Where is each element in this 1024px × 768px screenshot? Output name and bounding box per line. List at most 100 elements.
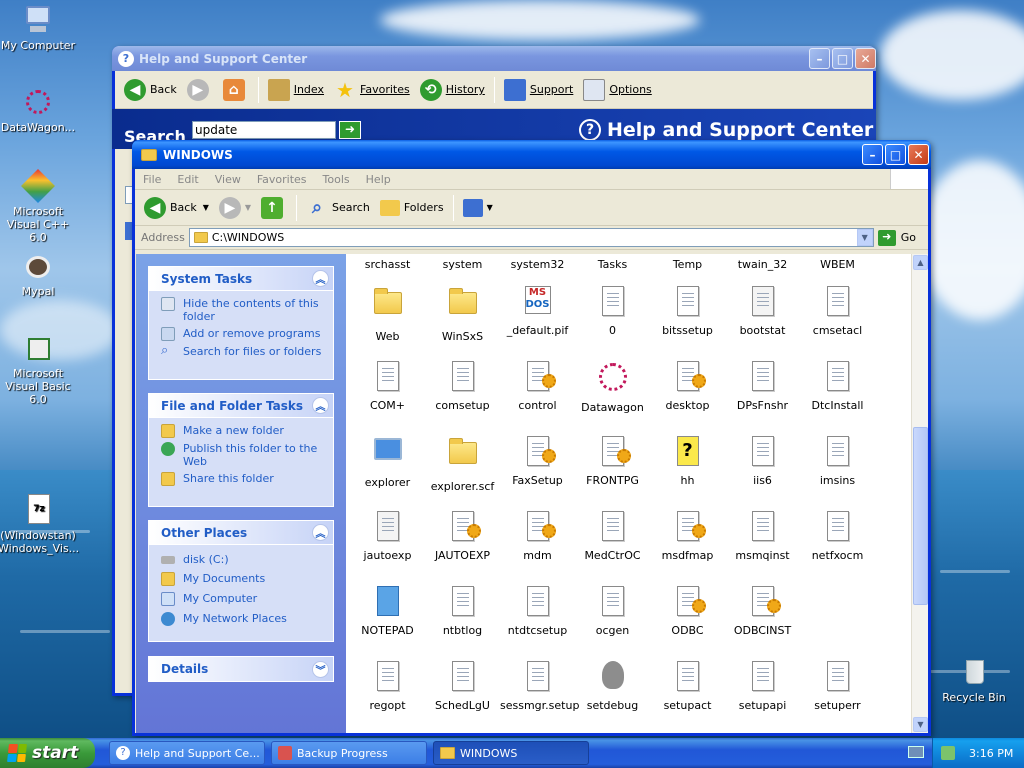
file-item[interactable]: mdm [500, 511, 575, 562]
publish-to-web-link[interactable]: Publish this folder to the Web [149, 440, 333, 470]
file-item[interactable]: iis6 [725, 436, 800, 487]
file-item[interactable]: explorer.scf [425, 436, 500, 493]
file-item[interactable]: FRONTPG [575, 436, 650, 487]
help-back-button[interactable]: ◀ Back [119, 75, 182, 105]
add-remove-programs-link[interactable]: Add or remove programs [149, 325, 333, 343]
file-item[interactable]: msdfmap [650, 511, 725, 562]
network-tray-icon[interactable] [941, 746, 955, 760]
file-item[interactable]: jautoexp [350, 511, 425, 562]
file-item[interactable]: COM+ [350, 361, 425, 412]
file-item[interactable]: setuperr [800, 661, 875, 712]
address-input[interactable]: C:\WINDOWS ▼ [188, 228, 874, 247]
views-button[interactable]: ▼ [458, 193, 498, 223]
scroll-down-arrow-icon[interactable]: ▼ [913, 717, 928, 732]
taskbar-windows-folder-button[interactable]: WINDOWS [433, 741, 589, 765]
file-item[interactable]: MedCtrOC [575, 511, 650, 562]
help-history-button[interactable]: ⟲ History [415, 75, 490, 105]
help-options-button[interactable]: Options [578, 75, 656, 105]
file-item[interactable]: netfxocm [800, 511, 875, 562]
file-item[interactable]: explorer [350, 436, 425, 489]
desktop-icon-mypal[interactable]: Mypal [0, 250, 78, 298]
file-item[interactable]: Datawagon [575, 361, 650, 414]
menu-view[interactable]: View [207, 173, 249, 186]
expand-chevron-icon[interactable]: ︾ [312, 660, 329, 678]
file-item[interactable]: imsins [800, 436, 875, 487]
file-folder-tasks-header[interactable]: File and Folder Tasks ︽ [149, 394, 333, 418]
file-item[interactable]: MS DOS _default.pif [500, 286, 575, 337]
file-item[interactable]: WBEM [800, 258, 875, 271]
file-item[interactable]: bootstat [725, 286, 800, 337]
vertical-scrollbar[interactable]: ▲ ▼ [911, 254, 928, 733]
minimize-button[interactable]: – [809, 48, 830, 69]
scroll-thumb[interactable] [913, 427, 928, 605]
file-item[interactable]: srchasst [350, 258, 425, 271]
explorer-title-bar[interactable]: WINDOWS – □ ✕ [132, 140, 931, 169]
hide-folder-contents-link[interactable]: Hide the contents of this folder [149, 295, 333, 325]
file-item[interactable]: Tasks [575, 258, 650, 271]
file-item[interactable]: comsetup [425, 361, 500, 412]
start-button[interactable]: start [0, 738, 95, 768]
maximize-button[interactable]: □ [832, 48, 853, 69]
file-item[interactable]: WinSxS [425, 286, 500, 343]
file-item[interactable]: ocgen [575, 586, 650, 637]
desktop-icon-my-computer[interactable]: My Computer [0, 4, 78, 52]
taskbar-help-button[interactable]: ? Help and Support Ce... [109, 741, 265, 765]
help-search-go-button[interactable]: ➜ [339, 121, 361, 139]
collapse-chevron-icon[interactable]: ︽ [312, 270, 329, 287]
search-files-link[interactable]: ⌕ Search for files or folders [149, 343, 333, 361]
close-button[interactable]: ✕ [855, 48, 876, 69]
folders-button[interactable]: Folders [375, 193, 449, 223]
up-folder-button[interactable]: ↑ [256, 193, 292, 223]
help-support-button[interactable]: Support [499, 75, 578, 105]
file-item[interactable]: FaxSetup [500, 436, 575, 487]
share-folder-link[interactable]: Share this folder [149, 470, 333, 488]
menu-tools[interactable]: Tools [315, 173, 358, 186]
file-item[interactable]: DtcInstall [800, 361, 875, 412]
file-item[interactable]: 0 [575, 286, 650, 337]
make-new-folder-link[interactable]: Make a new folder [149, 422, 333, 440]
close-button[interactable]: ✕ [908, 144, 929, 165]
menu-help[interactable]: Help [358, 173, 399, 186]
place-my-network[interactable]: My Network Places [149, 608, 333, 628]
file-item[interactable]: control [500, 361, 575, 412]
scroll-up-arrow-icon[interactable]: ▲ [913, 255, 928, 270]
keyboard-icon[interactable] [908, 746, 924, 758]
maximize-button[interactable]: □ [885, 144, 906, 165]
file-item[interactable]: bitssetup [650, 286, 725, 337]
help-favorites-button[interactable]: ★ Favorites [329, 75, 415, 105]
back-button[interactable]: ◀ Back ▼ [139, 193, 214, 223]
desktop-icon-datawagon[interactable]: DataWagon... [0, 86, 78, 134]
desktop-icon-windowstan[interactable]: 7z (Windowstan) Windows_Vis... [0, 494, 79, 555]
collapse-chevron-icon[interactable]: ︽ [312, 397, 329, 414]
desktop-icon-recycle-bin[interactable]: Recycle Bin [934, 656, 1014, 704]
go-button[interactable]: ➜ Go [877, 229, 916, 246]
minimize-button[interactable]: – [862, 144, 883, 165]
help-title-bar[interactable]: ? Help and Support Center – □ ✕ [112, 46, 876, 71]
details-header[interactable]: Details ︾ [149, 657, 333, 681]
file-item[interactable]: ODBC [650, 586, 725, 637]
system-tasks-header[interactable]: System Tasks ︽ [149, 267, 333, 291]
help-index-button[interactable]: Index [263, 75, 329, 105]
file-item[interactable]: ntdtcsetup [500, 586, 575, 637]
file-item[interactable]: setdebug [575, 661, 650, 712]
file-item[interactable]: ? hh [650, 436, 725, 487]
help-search-input[interactable] [192, 121, 336, 139]
file-item[interactable]: ODBCINST [725, 586, 800, 637]
clock[interactable]: 3:16 PM [969, 747, 1013, 760]
file-item[interactable]: Temp [650, 258, 725, 271]
help-forward-button[interactable]: ▶ [182, 75, 218, 105]
file-item[interactable]: SchedLgU [425, 661, 500, 712]
menu-edit[interactable]: Edit [169, 173, 206, 186]
file-item[interactable]: cmsetacl [800, 286, 875, 337]
file-item[interactable]: setupapi [725, 661, 800, 712]
place-my-documents[interactable]: My Documents [149, 568, 333, 588]
place-my-computer[interactable]: My Computer [149, 588, 333, 608]
file-item[interactable]: JAUTOEXP [425, 511, 500, 562]
collapse-chevron-icon[interactable]: ︽ [312, 524, 329, 541]
explorer-window[interactable]: WINDOWS – □ ✕ File Edit View Favorites T… [132, 140, 931, 736]
menu-file[interactable]: File [135, 173, 169, 186]
other-places-header[interactable]: Other Places ︽ [149, 521, 333, 545]
file-item[interactable]: twain_32 [725, 258, 800, 271]
place-disk-c[interactable]: disk (C:) [149, 551, 333, 568]
file-item[interactable]: msmqinst [725, 511, 800, 562]
